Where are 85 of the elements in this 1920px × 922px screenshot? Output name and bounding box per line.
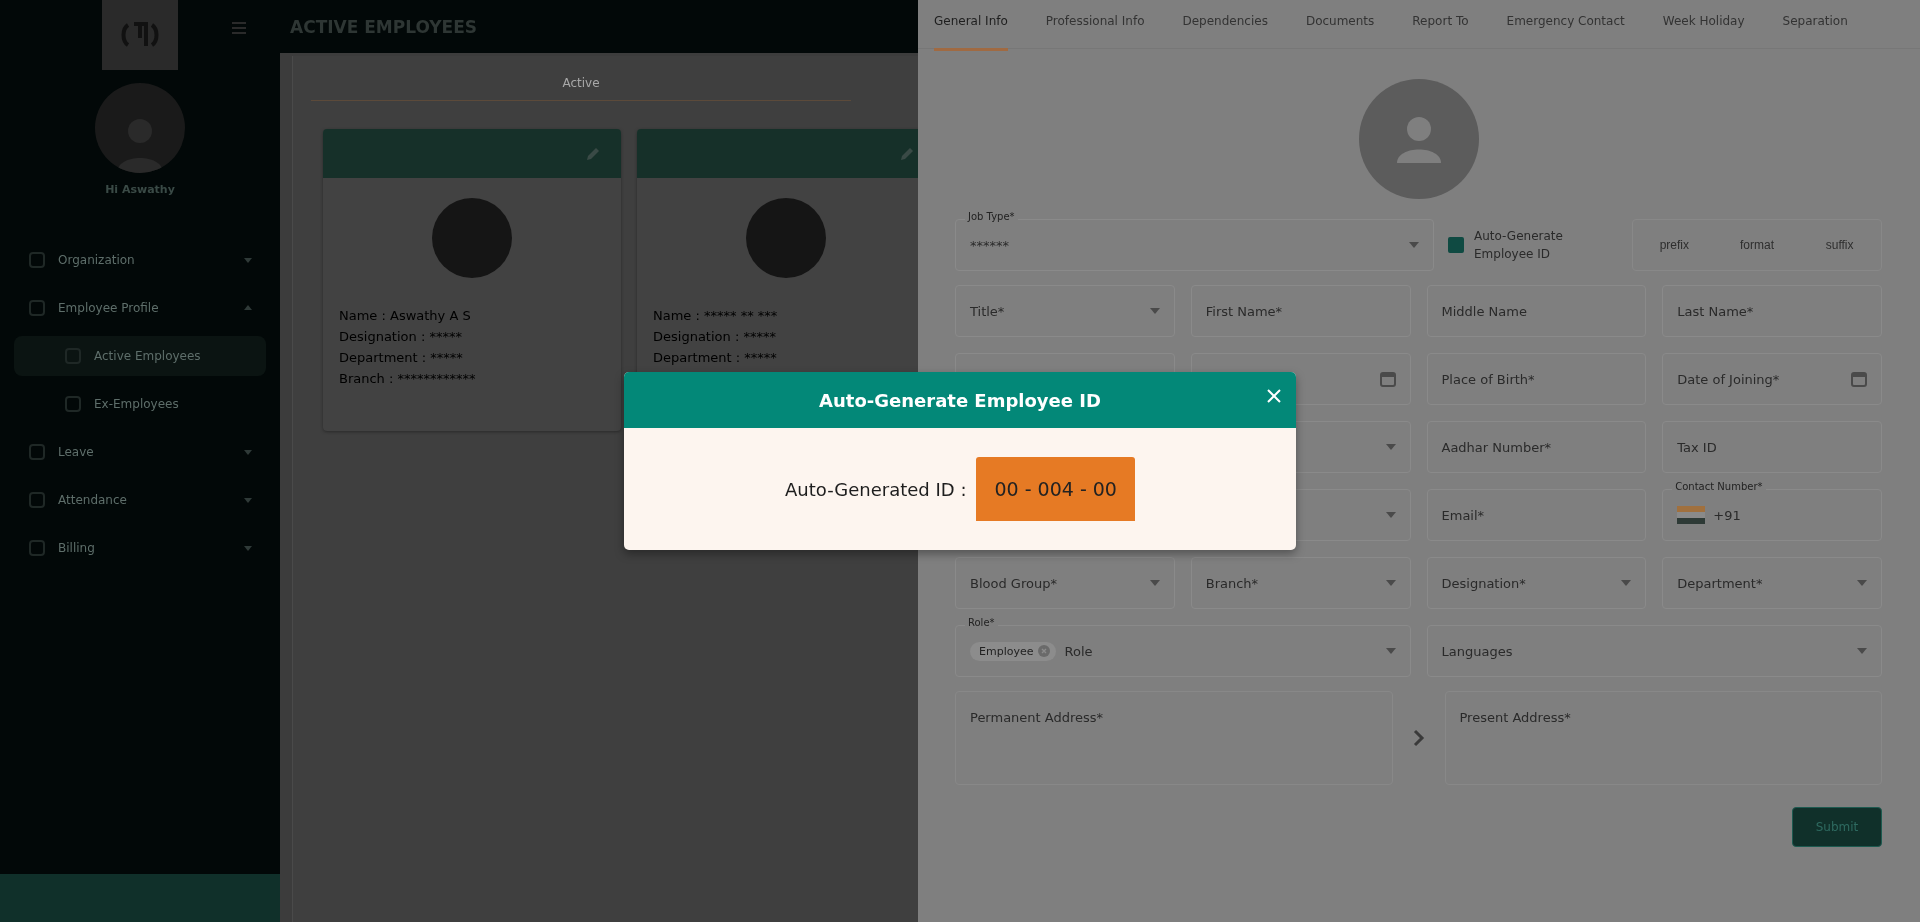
menu-item-icon (28, 443, 46, 461)
sidebar-item[interactable]: Billing (14, 528, 266, 568)
employee-detail: Name : ***** ** *** (653, 308, 779, 323)
multi-select-field[interactable]: Languages (1426, 625, 1882, 677)
sidebar-item[interactable]: Ex-Employees (14, 384, 266, 424)
menu-icon[interactable] (232, 22, 246, 34)
employee-detail: Department : ***** (339, 350, 464, 365)
chevron-right-icon[interactable] (1412, 729, 1425, 747)
sidebar-item[interactable]: Attendance (14, 480, 266, 520)
tab[interactable]: Week Holiday (1662, 0, 1745, 51)
input-field[interactable]: Aadhar Number* (1426, 421, 1647, 473)
edit-icon[interactable] (585, 145, 601, 162)
date-field[interactable]: Date of Joining* (1662, 353, 1882, 405)
field-label: Job Type* (965, 211, 1018, 223)
chip[interactable]: Employee (970, 641, 1057, 661)
dropdown-caret-icon (1385, 580, 1396, 586)
tab[interactable]: Emergency Contact (1506, 0, 1625, 51)
menu-item-icon (64, 395, 82, 413)
tab[interactable]: Professional Info (1045, 0, 1145, 51)
select-field[interactable]: Department* (1662, 557, 1882, 609)
input-field[interactable]: Place of Birth* (1426, 353, 1647, 405)
edit-icon[interactable] (899, 145, 915, 162)
dropdown-caret-icon (1857, 580, 1867, 586)
select-field[interactable]: Title* (955, 285, 1175, 337)
close-icon (1266, 388, 1282, 404)
input-field[interactable]: Last Name* (1662, 285, 1882, 337)
input-field[interactable]: prefix (1642, 237, 1707, 253)
input-field[interactable]: Tax ID (1662, 421, 1882, 473)
flag-icon (1677, 506, 1706, 524)
remove-icon[interactable] (1038, 645, 1051, 657)
dropdown-caret-icon (1385, 444, 1396, 450)
employee-detail: Name : Aswathy A S (339, 308, 472, 323)
tab[interactable]: Separation (1782, 0, 1848, 51)
tab[interactable]: Dependencies (1182, 0, 1268, 51)
menu-item-icon (28, 539, 46, 557)
menu-item-icon (28, 251, 46, 269)
employee-detail: Designation : ***** (653, 329, 777, 344)
dropdown-caret-icon (1385, 512, 1396, 518)
input-field[interactable]: Email* (1426, 489, 1647, 541)
sidebar-item[interactable]: Leave (14, 432, 266, 472)
field-label: Contact Number* (1672, 481, 1766, 493)
id-label: Auto-Generated ID : (785, 478, 967, 500)
caret-icon (244, 496, 252, 504)
caret-icon (244, 256, 252, 264)
employee-detail: Designation : ***** (339, 329, 463, 344)
input-field[interactable]: format (1725, 237, 1789, 253)
dropdown-caret-icon (1149, 308, 1160, 314)
sidebar-item[interactable]: Employee Profile (14, 288, 266, 328)
select-field[interactable]: Blood Group* (955, 557, 1175, 609)
caret-icon (244, 544, 252, 552)
employee-detail: Branch : ************ (339, 371, 477, 386)
multi-select-field[interactable]: Employee Role (955, 625, 1411, 677)
caret-icon (244, 304, 252, 312)
employee-detail: Department : ***** (653, 350, 778, 365)
menu-item-icon (28, 491, 46, 509)
field-label: Role* (965, 617, 998, 629)
textarea-field[interactable]: Permanent Address* (955, 691, 1393, 785)
dropdown-caret-icon (1621, 580, 1632, 586)
calendar-icon (1379, 371, 1396, 387)
checkbox[interactable] (1448, 237, 1464, 253)
checkbox-label: Auto-Generate Employee ID (1474, 228, 1564, 263)
dialog-title: Auto-Generate Employee ID (819, 389, 1101, 411)
tab[interactable]: Report To (1412, 0, 1469, 51)
input-field[interactable]: Middle Name (1426, 285, 1647, 337)
dropdown-caret-icon (1409, 242, 1419, 248)
textarea-field[interactable]: Present Address* (1444, 691, 1882, 785)
submit-button[interactable]: Submit (1792, 807, 1882, 847)
dropdown-caret-icon (1385, 648, 1396, 654)
dropdown-caret-icon (1149, 580, 1160, 586)
generated-id: 00 - 004 - 00 (976, 457, 1135, 521)
input-field[interactable]: First Name* (1190, 285, 1411, 337)
input-field[interactable]: suffix (1807, 237, 1872, 253)
tab[interactable]: Active (562, 56, 600, 100)
calendar-icon (1851, 371, 1867, 387)
caret-icon (244, 448, 252, 456)
select-field[interactable]: Designation* (1426, 557, 1647, 609)
sidebar-item[interactable]: Organization (14, 240, 266, 280)
sidebar-item[interactable]: Active Employees (14, 336, 266, 376)
tab[interactable]: General Info (934, 0, 1008, 51)
phone-field[interactable]: +91 (1662, 489, 1882, 541)
menu-item-icon (28, 299, 46, 317)
select-field[interactable]: Branch* (1190, 557, 1411, 609)
dropdown-caret-icon (1857, 648, 1867, 654)
tab[interactable]: Documents (1305, 0, 1375, 51)
user-name: Hi Aswathy (104, 183, 176, 196)
